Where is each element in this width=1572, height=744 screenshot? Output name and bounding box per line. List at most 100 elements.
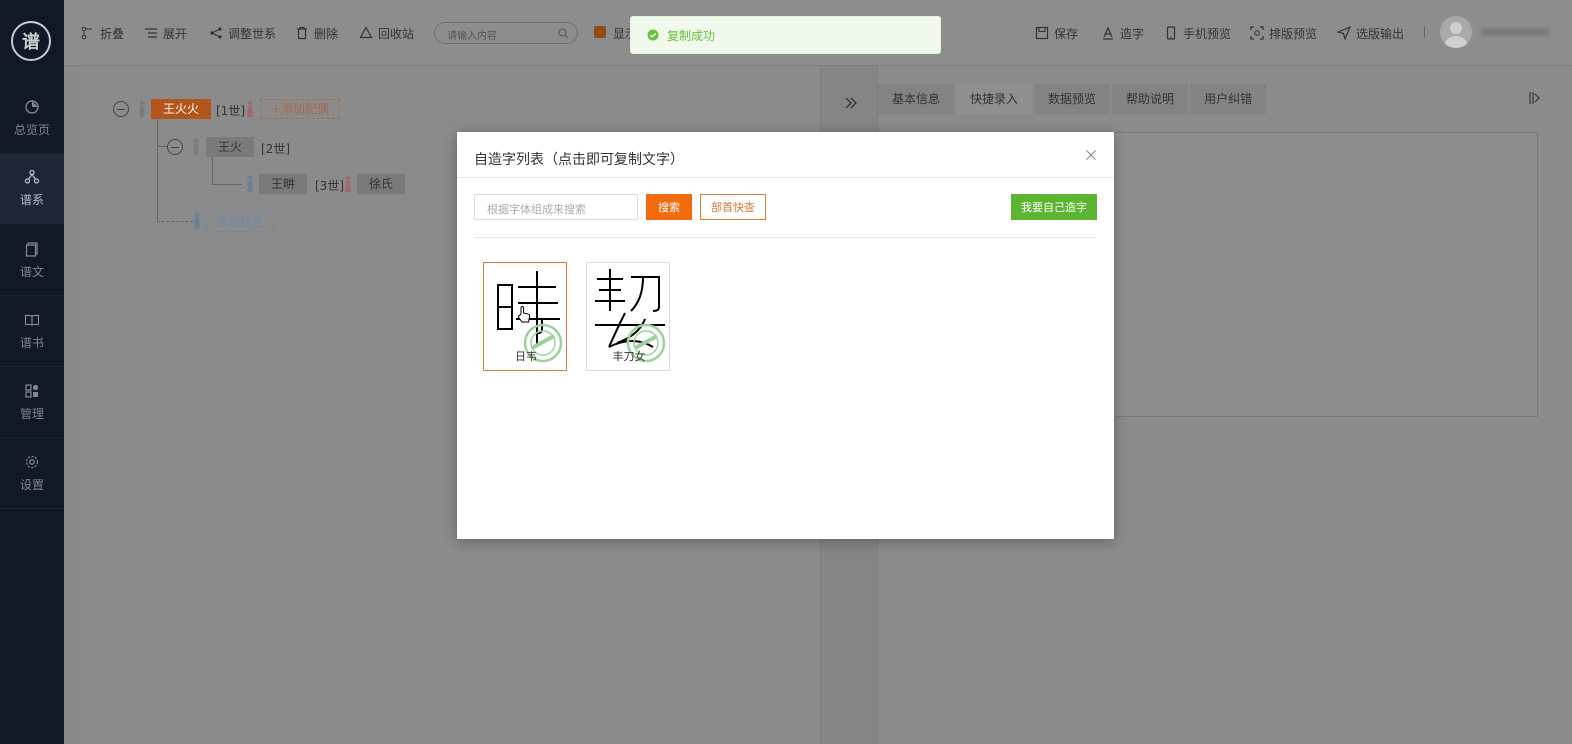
collapse-node-toggle[interactable] bbox=[167, 139, 183, 155]
share-icon bbox=[210, 27, 222, 39]
delete-button[interactable]: 删除 bbox=[295, 24, 338, 42]
char-composition-label: 日韦 bbox=[515, 350, 537, 363]
add-child-button[interactable]: 添加孩子 bbox=[205, 212, 276, 232]
success-toast: 复制成功 bbox=[630, 16, 941, 54]
toolbar-search-input[interactable]: 请输入内容 bbox=[434, 22, 578, 44]
adjust-lineage-label: 调整世系 bbox=[228, 26, 277, 41]
female-person-icon bbox=[247, 100, 253, 117]
sidebar-item-manage[interactable]: 管理 bbox=[0, 368, 64, 438]
add-spouse-label: +添加配偶 bbox=[271, 102, 330, 116]
recycle-icon bbox=[359, 26, 373, 39]
sidebar-item-label: 谱文 bbox=[19, 265, 44, 279]
add-spouse-button[interactable]: +添加配偶 bbox=[260, 99, 341, 119]
node-name: 徐氏 bbox=[369, 177, 394, 191]
mobile-preview-button[interactable]: 手机预览 bbox=[1164, 24, 1231, 42]
avatar[interactable] bbox=[1440, 16, 1472, 48]
sidebar-item-label: 谱系 bbox=[19, 193, 44, 207]
collapse-label: 折叠 bbox=[100, 26, 125, 41]
save-label: 保存 bbox=[1054, 26, 1079, 41]
trash-icon bbox=[297, 26, 307, 40]
export-label: 选版输出 bbox=[1356, 26, 1405, 41]
tab-basic-info[interactable]: 基本信息 bbox=[878, 84, 955, 114]
avatar-head bbox=[1450, 22, 1462, 34]
tree-node-spouse[interactable]: 徐氏 bbox=[357, 174, 406, 194]
char-card[interactable]: 丰刀女 bbox=[586, 262, 670, 371]
layout-preview-button[interactable]: 排版预览 bbox=[1250, 24, 1317, 42]
sidebar-item-label: 谱书 bbox=[19, 336, 44, 350]
sidebar-item-label: 设置 bbox=[19, 478, 44, 492]
panel-collapse-icon[interactable] bbox=[1528, 91, 1542, 105]
toast-message: 复制成功 bbox=[667, 28, 716, 43]
save-icon bbox=[1035, 26, 1049, 40]
char-search-input[interactable]: 根据字体组成来搜索 bbox=[474, 194, 638, 220]
search-icon[interactable] bbox=[558, 28, 569, 39]
male-person-icon bbox=[193, 138, 199, 155]
adjust-lineage-button[interactable]: 调整世系 bbox=[209, 24, 276, 42]
tab-help[interactable]: 帮助说明 bbox=[1112, 84, 1189, 114]
tree-node-root[interactable]: 王火火 bbox=[151, 99, 212, 119]
node-name: 王火 bbox=[218, 140, 243, 154]
sidebar-item-label: 总览页 bbox=[13, 123, 50, 137]
scan-icon bbox=[1250, 26, 1264, 40]
tree-connector bbox=[157, 119, 158, 221]
sidebar-item-book[interactable]: 谱书 bbox=[0, 297, 64, 367]
tab-label: 帮助说明 bbox=[1126, 92, 1175, 106]
add-child-label: 添加孩子 bbox=[216, 215, 265, 229]
node-name: 王火火 bbox=[163, 102, 200, 116]
expand-button[interactable]: 展开 bbox=[144, 24, 187, 42]
app-logo[interactable]: 谱 bbox=[11, 21, 51, 61]
show-checkbox[interactable] bbox=[594, 26, 606, 38]
check-circle-icon bbox=[647, 29, 659, 41]
radical-lookup-button[interactable]: 部首快查 bbox=[700, 194, 766, 220]
recycle-bin-label: 回收站 bbox=[378, 26, 415, 41]
generation-label: [1世] bbox=[216, 104, 245, 118]
create-char-button[interactable]: 造字 bbox=[1101, 24, 1144, 42]
char-search-button[interactable]: 搜索 bbox=[646, 194, 692, 220]
generation-label: [2世] bbox=[261, 142, 290, 156]
collapse-node-toggle[interactable] bbox=[113, 101, 129, 117]
custom-char-modal: 自造字列表（点击即可复制文字） 根据字体组成来搜索 搜索 部首快查 我要自己造字… bbox=[457, 132, 1114, 539]
mobile-icon bbox=[1166, 26, 1176, 40]
toolbar-divider bbox=[1424, 26, 1425, 38]
sidebar-item-overview[interactable]: 总览页 bbox=[0, 84, 64, 154]
tab-data-preview[interactable]: 数据预览 bbox=[1034, 84, 1111, 114]
save-button[interactable]: 保存 bbox=[1035, 24, 1078, 42]
tree-node-grandchild[interactable]: 王畊 bbox=[259, 174, 308, 194]
sidebar-item-label: 管理 bbox=[19, 407, 44, 421]
document-icon bbox=[25, 242, 38, 257]
tab-user-correction[interactable]: 用户纠错 bbox=[1190, 84, 1267, 114]
send-icon bbox=[1337, 26, 1351, 40]
sidebar-item-settings[interactable]: 设置 bbox=[0, 439, 64, 509]
tree-node-child[interactable]: 王火 bbox=[206, 137, 255, 157]
tree-connector bbox=[212, 157, 213, 185]
char-search-placeholder: 根据字体组成来搜索 bbox=[487, 203, 586, 216]
mobile-preview-label: 手机预览 bbox=[1183, 26, 1232, 41]
layout-preview-label: 排版预览 bbox=[1269, 26, 1318, 41]
sidebar-item-lineage[interactable]: 谱系 bbox=[0, 154, 64, 224]
search-button-label: 搜索 bbox=[658, 201, 680, 214]
male-person-icon bbox=[247, 175, 253, 192]
tab-label: 快捷录入 bbox=[970, 92, 1019, 106]
node-name: 王畊 bbox=[271, 177, 296, 191]
avatar-body bbox=[1445, 36, 1467, 48]
recycle-bin-button[interactable]: 回收站 bbox=[359, 24, 414, 42]
create-own-char-button[interactable]: 我要自己造字 bbox=[1011, 194, 1097, 220]
pie-chart-icon bbox=[25, 100, 39, 114]
hand-cursor-icon bbox=[517, 306, 531, 323]
modal-title: 自造字列表（点击即可复制文字） bbox=[474, 152, 684, 168]
char-card[interactable]: 日韦 bbox=[483, 262, 567, 371]
modal-divider bbox=[474, 237, 1097, 238]
collapse-tree-icon bbox=[81, 26, 92, 40]
username-blurred[interactable] bbox=[1480, 28, 1550, 36]
tab-quick-entry[interactable]: 快捷录入 bbox=[956, 84, 1033, 114]
list-icon bbox=[145, 28, 157, 38]
create-char-label: 造字 bbox=[1120, 26, 1145, 41]
char-composition-label: 丰刀女 bbox=[612, 350, 646, 363]
male-person-icon bbox=[139, 100, 145, 117]
export-button[interactable]: 选版输出 bbox=[1337, 24, 1404, 42]
right-panel-tabs: 基本信息 快捷录入 数据预览 帮助说明 用户纠错 bbox=[878, 84, 1268, 114]
close-icon[interactable] bbox=[1085, 149, 1097, 161]
sidebar-item-texts[interactable]: 谱文 bbox=[0, 226, 64, 296]
collapse-button[interactable]: 折叠 bbox=[81, 24, 124, 42]
double-chevron-right-icon[interactable] bbox=[844, 96, 858, 110]
